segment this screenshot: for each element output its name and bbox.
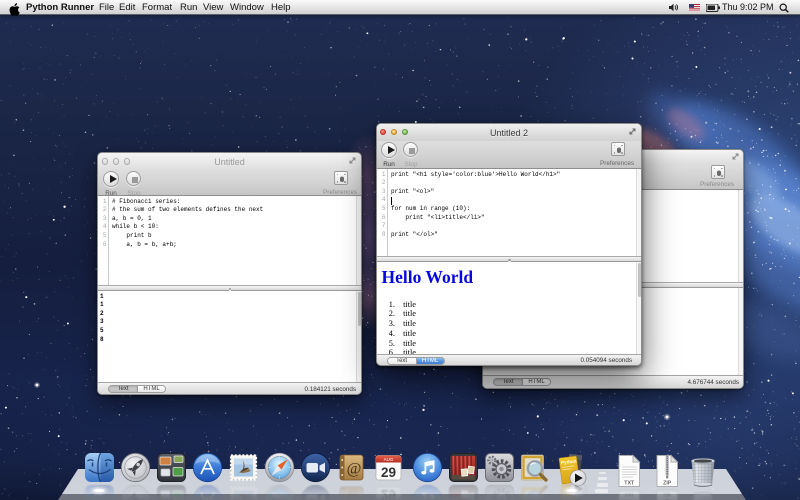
svg-text:TXT: TXT [624, 481, 635, 487]
svg-text:@: @ [346, 461, 361, 478]
svg-text:29: 29 [380, 465, 395, 480]
svg-text:ZIP: ZIP [663, 481, 672, 487]
svg-text:AUG: AUG [383, 457, 393, 462]
